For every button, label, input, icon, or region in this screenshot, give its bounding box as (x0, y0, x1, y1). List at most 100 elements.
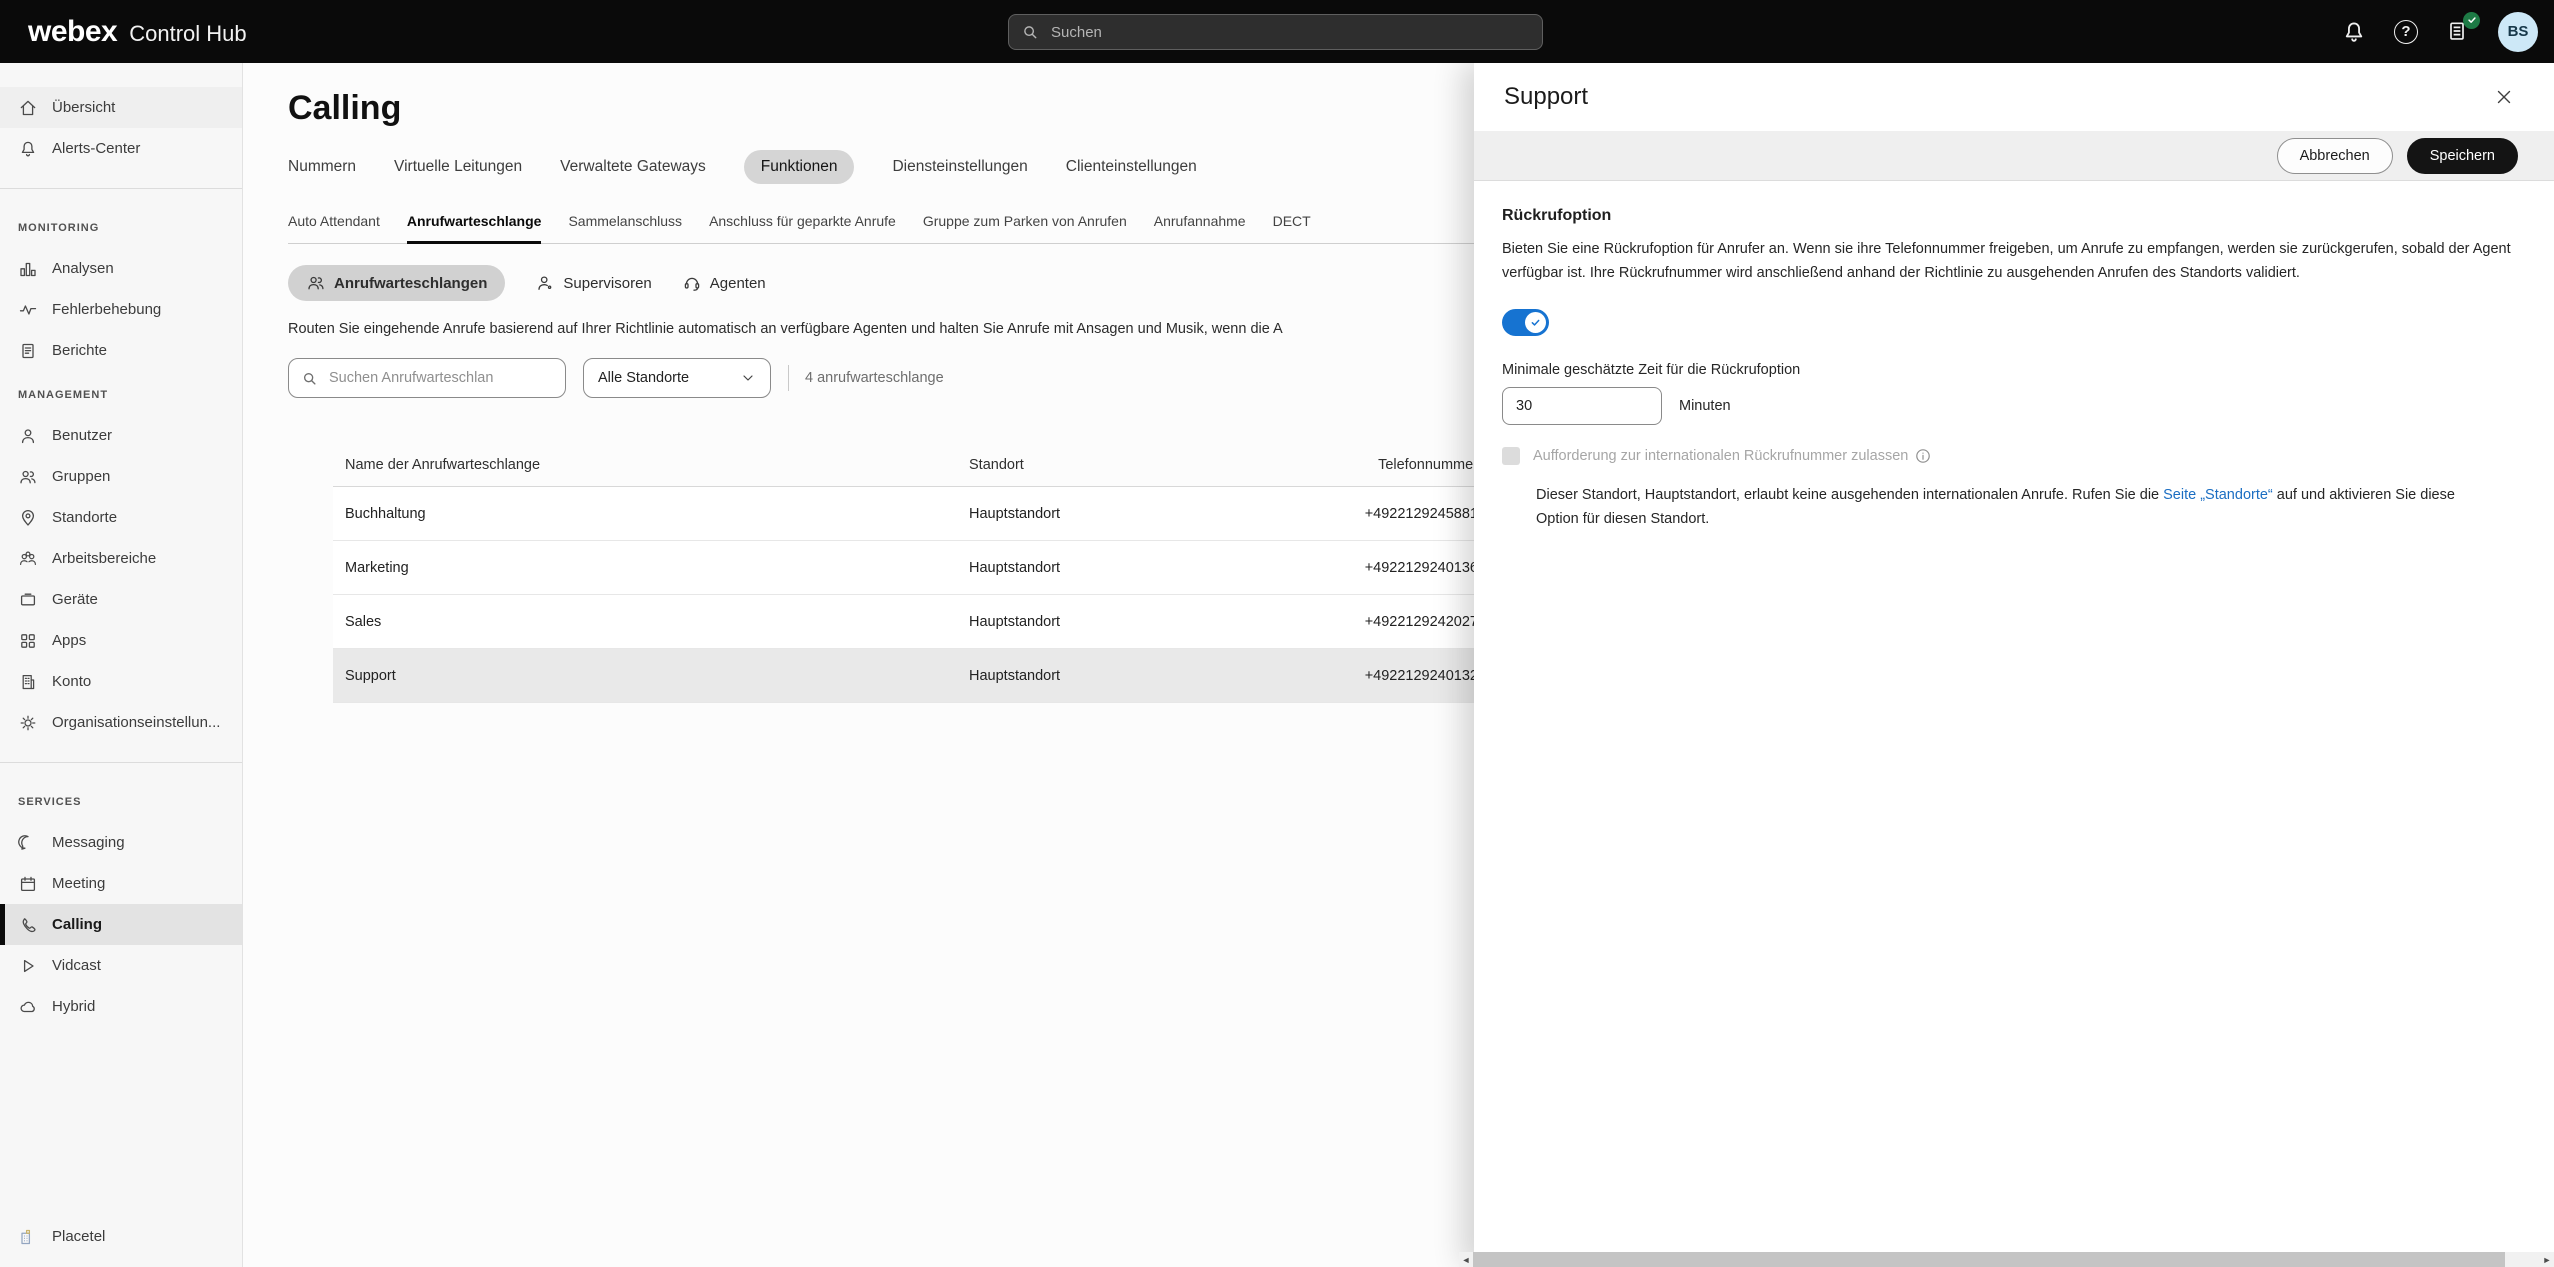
close-icon[interactable] (2494, 87, 2514, 107)
sidebar-item-apps[interactable]: Apps (0, 620, 242, 661)
pill-label: Anrufwarteschlangen (334, 275, 487, 292)
tab-clienteinstellungen[interactable]: Clienteinstellungen (1066, 158, 1197, 176)
queue-name: Support (333, 668, 969, 684)
phone-icon (18, 915, 38, 935)
sidebar-item-label: Berichte (52, 342, 107, 359)
scroll-left-arrow-icon[interactable]: ◄ (1459, 1255, 1473, 1265)
notifications-bell-icon[interactable] (2341, 19, 2367, 45)
help-icon[interactable]: ? (2394, 20, 2418, 44)
queue-search-input[interactable] (327, 369, 553, 387)
sidebar-item-uebersicht[interactable]: Übersicht (0, 87, 242, 128)
sidebar-item-benutzer[interactable]: Benutzer (0, 415, 242, 456)
subtab-dect[interactable]: DECT (1273, 213, 1311, 243)
company-building-icon (18, 1227, 38, 1247)
callback-toggle[interactable] (1502, 309, 1549, 336)
sidebar-item-gruppen[interactable]: Gruppen (0, 456, 242, 497)
minutes-input[interactable] (1502, 387, 1662, 425)
sidebar-item-berichte[interactable]: Berichte (0, 330, 242, 371)
queues-table: Name der Anrufwarteschlange Standort Tel… (333, 443, 1480, 703)
detail-panel: Support Abbrechen Speichern Rückrufoptio… (1474, 63, 2554, 1267)
sidebar-item-analysen[interactable]: Analysen (0, 248, 242, 289)
callback-description: Bieten Sie eine Rückrufoption für Anrufe… (1502, 237, 2514, 285)
sidebar-item-arbeitsbereiche[interactable]: Arbeitsbereiche (0, 538, 242, 579)
table-row[interactable]: Sales Hauptstandort +4922129242027 (333, 595, 1480, 649)
sidebar-item-label: Vidcast (52, 957, 101, 974)
chat-bubble-icon (18, 833, 38, 853)
queue-view-pills: Anrufwarteschlangen Supervisoren Agenten (288, 265, 766, 301)
queue-location: Hauptstandort (969, 668, 1339, 684)
pill-label: Supervisoren (563, 275, 651, 292)
global-search-input[interactable] (1049, 23, 1530, 42)
sidebar-item-label: Übersicht (52, 99, 115, 116)
queue-location: Hauptstandort (969, 614, 1339, 630)
sidebar-item-label: Alerts-Center (52, 140, 140, 157)
queue-search[interactable] (288, 358, 566, 398)
divider (788, 365, 789, 391)
table-row[interactable]: Buchhaltung Hauptstandort +4922129245881 (333, 487, 1480, 541)
tasks-list-icon[interactable] (2445, 19, 2471, 45)
queue-phone: +4922129245881 (1339, 506, 1480, 522)
subtab-sammelanschluss[interactable]: Sammelanschluss (568, 213, 682, 243)
pill-agenten[interactable]: Agenten (682, 273, 766, 293)
horizontal-scrollbar[interactable]: ◄ ► (1459, 1252, 2554, 1267)
tab-verwaltete-gateways[interactable]: Verwaltete Gateways (560, 158, 706, 176)
sidebar-item-label: Apps (52, 632, 86, 649)
bar-chart-icon (18, 259, 38, 279)
pill-anrufwarteschlangen[interactable]: Anrufwarteschlangen (288, 265, 505, 301)
sidebar-item-standorte[interactable]: Standorte (0, 497, 242, 538)
sidebar-item-messaging[interactable]: Messaging (0, 822, 242, 863)
tab-diensteinstellungen[interactable]: Diensteinstellungen (892, 158, 1027, 176)
scrollbar-thumb[interactable] (1473, 1252, 2505, 1267)
info-icon[interactable] (1915, 448, 1931, 464)
standorte-page-link[interactable]: Seite „Standorte“ (2163, 487, 2273, 503)
sidebar-item-fehlerbehebung[interactable]: Fehlerbehebung (0, 289, 242, 330)
bell-icon (18, 139, 38, 159)
subtab-anrufwarteschlange[interactable]: Anrufwarteschlange (407, 213, 542, 244)
location-filter-select[interactable]: Alle Standorte (583, 358, 771, 398)
queue-location: Hauptstandort (969, 506, 1339, 522)
minutes-unit-label: Minuten (1679, 398, 1731, 414)
subtab-gruppe-parken[interactable]: Gruppe zum Parken von Anrufen (923, 213, 1127, 243)
cloud-icon (18, 997, 38, 1017)
scroll-right-arrow-icon[interactable]: ► (2540, 1255, 2554, 1265)
queue-name: Marketing (333, 560, 969, 576)
sidebar-item-label: Geräte (52, 591, 98, 608)
sidebar-item-hybrid[interactable]: Hybrid (0, 986, 242, 1027)
callback-section-title: Rückrufoption (1502, 207, 2514, 225)
cancel-button[interactable]: Abbrechen (2277, 138, 2393, 174)
sidebar-item-geraete[interactable]: Geräte (0, 579, 242, 620)
global-search[interactable] (1008, 14, 1543, 50)
sidebar-item-konto[interactable]: Konto (0, 661, 242, 702)
device-icon (18, 590, 38, 610)
sidebar-item-placetel[interactable]: Placetel (0, 1216, 242, 1257)
sidebar-item-calling[interactable]: Calling (0, 904, 242, 945)
filter-row: Alle Standorte 4 anrufwarteschlange (288, 358, 944, 398)
sidebar-item-label: Benutzer (52, 427, 112, 444)
subtab-anschluss-geparkte-anrufe[interactable]: Anschluss für geparkte Anrufe (709, 213, 896, 243)
column-header-location: Standort (969, 457, 1339, 473)
minutes-row: Minuten (1502, 387, 2514, 425)
save-button[interactable]: Speichern (2407, 138, 2518, 174)
tab-virtuelle-leitungen[interactable]: Virtuelle Leitungen (394, 158, 522, 176)
sidebar-item-label: Calling (52, 916, 102, 933)
sidebar-item-alerts-center[interactable]: Alerts-Center (0, 128, 242, 169)
avatar[interactable]: BS (2498, 12, 2538, 52)
international-callback-checkbox[interactable] (1502, 447, 1520, 465)
webex-logo: webex (28, 0, 117, 63)
sidebar-item-vidcast[interactable]: Vidcast (0, 945, 242, 986)
building-icon (18, 672, 38, 692)
subtab-anrufannahme[interactable]: Anrufannahme (1154, 213, 1246, 243)
calendar-icon (18, 874, 38, 894)
table-row-selected[interactable]: Support Hauptstandort +4922129240132 (333, 649, 1480, 703)
tab-nummern[interactable]: Nummern (288, 158, 356, 176)
tab-funktionen[interactable]: Funktionen (744, 150, 855, 184)
queue-phone: +4922129240132 (1339, 668, 1480, 684)
subtab-auto-attendant[interactable]: Auto Attendant (288, 213, 380, 243)
pill-supervisoren[interactable]: Supervisoren (535, 273, 651, 293)
sidebar-item-meeting[interactable]: Meeting (0, 863, 242, 904)
table-row[interactable]: Marketing Hauptstandort +4922129240136 (333, 541, 1480, 595)
report-document-icon (18, 341, 38, 361)
sidebar-item-organisationseinstellungen[interactable]: Organisationseinstellun... (0, 702, 242, 743)
panel-body: Rückrufoption Bieten Sie eine Rückrufopt… (1474, 181, 2554, 531)
queue-phone: +4922129240136 (1339, 560, 1480, 576)
